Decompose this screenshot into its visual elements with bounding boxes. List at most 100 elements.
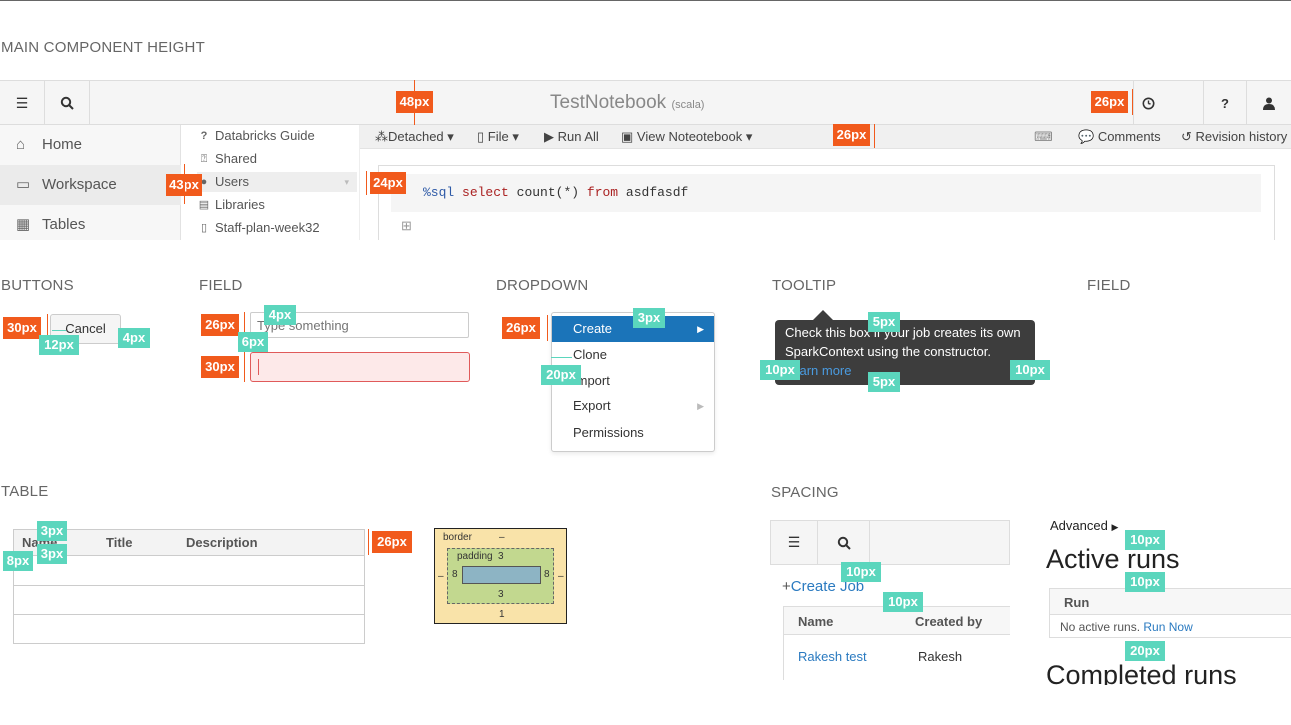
folder-item-label: Users (215, 174, 249, 189)
box-model-value: – (558, 571, 564, 582)
sidebar-item-home[interactable]: ⌂ Home (0, 125, 181, 165)
hamburger-icon: ☰ (15, 94, 29, 111)
measure-badge: 20px (1125, 641, 1165, 661)
menu-button[interactable]: ☰ (771, 521, 818, 564)
measure-badge: 30px (3, 317, 41, 339)
code-keyword: select (462, 185, 509, 200)
no-runs-row: No active runs. Run Now (1060, 620, 1193, 634)
box-model-value: 8 (452, 569, 458, 580)
search-icon (837, 536, 851, 550)
search-icon (60, 96, 74, 110)
folder-item-label: Libraries (215, 197, 265, 212)
file-label: File (487, 129, 509, 144)
revision-history-button[interactable]: ↺ Revision history (1181, 125, 1287, 149)
box-model-label: padding (457, 551, 493, 562)
help-button[interactable]: ? (1203, 81, 1247, 125)
folder-item-users[interactable]: ● Users ▾ (197, 172, 357, 192)
folder-icon: ▭ (16, 176, 31, 193)
code-token: count(*) (516, 185, 580, 200)
menu-item-export[interactable]: Export ▶ (552, 393, 714, 419)
measure-badge: 30px (201, 356, 239, 378)
chevron-right-icon: ▶ (697, 401, 704, 411)
chevron-right-icon: ▶ (697, 324, 704, 334)
notebook-title-text: TestNotebook (550, 92, 667, 113)
caret-right-icon: ▶ (1111, 522, 1119, 532)
sidebar-item-tables[interactable]: ▦ Tables (0, 205, 181, 240)
box-model-padding: padding 3 8 8 3 (447, 548, 554, 604)
cluster-icon: ⁂ (375, 129, 388, 144)
section-title-field-2: FIELD (1087, 277, 1131, 294)
measure-badge: 5px (868, 372, 900, 392)
file-menu[interactable]: ▯ File ▾ (477, 125, 519, 149)
section-title-tooltip: TOOLTIP (772, 277, 837, 294)
sidebar-item-workspace[interactable]: ▭ Workspace (0, 165, 181, 205)
code-token: asdfasdf (625, 185, 689, 200)
add-cell-icon[interactable]: ⊞ (401, 218, 412, 234)
advanced-label: Advanced (1050, 518, 1108, 533)
jobs-table: Name Created by Rakesh test Rakesh (783, 606, 1010, 680)
shared-icon: ⍰ (200, 153, 208, 165)
measure-line (184, 164, 185, 204)
user-button[interactable] (1247, 81, 1291, 125)
comment-icon: 💬 (1078, 129, 1095, 144)
notebook-title[interactable]: TestNotebook (scala) (550, 92, 704, 114)
error-field[interactable] (250, 352, 470, 382)
sidebar-item-label: Workspace (42, 176, 117, 193)
no-runs-text: No active runs. (1060, 620, 1141, 634)
learn-more-link[interactable]: Learn more (785, 361, 1025, 380)
comments-button[interactable]: 💬 Comments (1078, 125, 1161, 149)
keyboard-button[interactable]: ⌨ (1034, 125, 1053, 149)
runs-table: Run No active runs. Run Now (1049, 588, 1291, 638)
run-now-link[interactable]: Run Now (1143, 620, 1192, 634)
run-all-button[interactable]: ▶ Run All (544, 125, 599, 149)
measure-badge: 6px (238, 332, 268, 352)
menu-item-permissions[interactable]: Permissions (552, 420, 714, 446)
box-model-value: 8 (544, 569, 550, 580)
advanced-toggle[interactable]: Advanced ▶ (1050, 518, 1118, 533)
folder-item-guide[interactable]: ? Databricks Guide (197, 126, 357, 146)
job-name-link[interactable]: Rakesh test (798, 649, 867, 664)
code-cell[interactable]: %sql select count(*) from asdfasdf ⊞ (378, 165, 1275, 240)
keyboard-icon: ⌨ (1034, 129, 1053, 144)
search-button[interactable] (45, 81, 90, 125)
table-header-cell: Name (798, 614, 834, 629)
box-model-label: border (443, 532, 472, 543)
folder-item-staff-plan[interactable]: ▯ Staff-plan-week32 (197, 218, 357, 238)
clock-button[interactable] (1133, 81, 1163, 125)
plus-icon: + (782, 578, 791, 595)
menu-item-label: Clone (573, 347, 607, 362)
measure-badge: 48px (396, 91, 433, 113)
measure-badge: 8px (3, 551, 33, 571)
section-title-table: TABLE (1, 483, 49, 500)
search-button[interactable] (818, 521, 870, 564)
table-header-cell: Created by (915, 614, 983, 629)
measure-badge: 26px (201, 314, 239, 336)
image-icon: ▣ (621, 129, 634, 144)
question-icon: ? (200, 130, 208, 142)
detached-label: Detached (388, 129, 444, 144)
user-icon (1263, 97, 1275, 110)
folder-item-shared[interactable]: ⍰ Shared (197, 149, 357, 169)
table-header-cell: Title (106, 535, 133, 550)
folder-panel: ? Databricks Guide ⍰ Shared ● Users ▾ ▤ Libra… (181, 125, 360, 240)
section-title-field: FIELD (199, 277, 243, 294)
measure-badge: 5px (868, 312, 900, 332)
view-label: View Noteotebook (636, 129, 743, 144)
job-creator: Rakesh (918, 649, 963, 664)
measure-line (1132, 89, 1133, 115)
sidebar-item-label: Home (42, 136, 83, 153)
folder-item-label: Shared (215, 151, 257, 166)
folder-item-libraries[interactable]: ▤ Libraries (197, 195, 357, 215)
measure-line (366, 171, 367, 195)
measure-badge: 10px (883, 592, 923, 612)
file-icon: ▯ (477, 129, 485, 144)
view-menu[interactable]: ▣ View Noteotebook ▾ (621, 125, 752, 149)
detached-menu[interactable]: ⁂Detached ▾ (375, 125, 454, 149)
menu-item-label: Permissions (573, 425, 644, 440)
box-model-value: – (438, 571, 444, 582)
caret-down-icon: ▾ (512, 129, 519, 144)
box-model-diagram: border – padding 3 8 8 3 – – 1 (434, 528, 567, 624)
menu-button[interactable]: ☰ (0, 81, 45, 125)
measure-badge: 3px (633, 308, 665, 328)
measure-line (244, 352, 245, 382)
